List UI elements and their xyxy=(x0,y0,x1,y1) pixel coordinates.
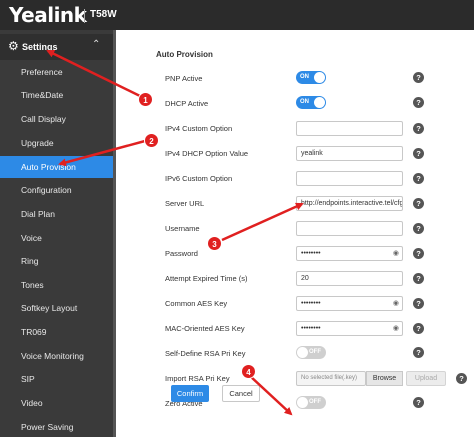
self-define-rsa-label: Self-Define RSA Pri Key xyxy=(165,349,246,358)
sidebar-item-time-date[interactable]: Time&Date xyxy=(0,84,115,106)
sidebar-item-auto-provision[interactable]: Auto Provision xyxy=(0,156,115,178)
sidebar-item-configuration[interactable]: Configuration xyxy=(0,179,115,201)
pnp-active-label: PNP Active xyxy=(165,74,203,83)
username-label: Username xyxy=(165,224,200,233)
callout-2: 2 xyxy=(144,133,159,148)
eye-icon[interactable]: ◉ xyxy=(393,322,399,335)
help-icon[interactable]: ? xyxy=(413,198,424,209)
browse-button[interactable]: Browse xyxy=(366,371,403,386)
help-icon[interactable]: ? xyxy=(413,173,424,184)
dhcp-active-label: DHCP Active xyxy=(165,99,209,108)
callout-4: 4 xyxy=(241,364,256,379)
help-icon[interactable]: ? xyxy=(413,323,424,334)
page-title: Auto Provision xyxy=(156,50,213,59)
toggle-state: ON xyxy=(300,74,309,80)
help-icon[interactable]: ? xyxy=(413,72,424,83)
gear-icon: ⚙ xyxy=(8,39,19,53)
sidebar-item-video[interactable]: Video xyxy=(0,392,115,414)
common-aes-key-label: Common AES Key xyxy=(165,299,228,308)
chevron-up-icon[interactable]: ⌃ xyxy=(92,39,100,50)
ipv4-dhcp-option-value-label: IPv4 DHCP Option Value xyxy=(165,149,249,158)
mac-oriented-aes-key-value: •••••••• xyxy=(301,325,321,332)
toggle-state: ON xyxy=(300,99,309,105)
help-icon[interactable]: ? xyxy=(413,397,424,408)
sidebar-item-tr069[interactable]: TR069 xyxy=(0,321,115,343)
ipv6-custom-option-label: IPv6 Custom Option xyxy=(165,174,233,183)
attempt-expired-time-input[interactable]: 20 xyxy=(296,271,403,286)
eye-icon[interactable]: ◉ xyxy=(393,297,399,310)
sidebar-item-preference[interactable]: Preference xyxy=(0,61,115,83)
ipv4-dhcp-option-value-input[interactable]: yealink xyxy=(296,146,403,161)
help-icon[interactable]: ? xyxy=(413,248,424,259)
mac-oriented-aes-key-input[interactable]: •••••••• ◉ xyxy=(296,321,403,336)
pnp-active-toggle[interactable]: ON xyxy=(296,71,326,84)
settings-section-header[interactable]: ⚙ Settings ⌃ xyxy=(0,34,115,60)
password-value: •••••••• xyxy=(301,250,321,257)
help-icon[interactable]: ? xyxy=(413,123,424,134)
upload-button[interactable]: Upload xyxy=(406,371,446,386)
sidebar-item-voice[interactable]: Voice xyxy=(0,227,115,249)
sidebar: ⚙ Settings ⌃ Preference Time&Date Call D… xyxy=(0,30,115,437)
server-url-input[interactable]: http://endpoints.interactive.tel/cfg xyxy=(296,196,403,211)
settings-label: Settings xyxy=(22,42,58,52)
help-icon[interactable]: ? xyxy=(413,97,424,108)
toggle-knob xyxy=(297,347,308,358)
sidebar-item-upgrade[interactable]: Upgrade xyxy=(0,132,115,154)
import-rsa-label: Import RSA Pri Key xyxy=(165,374,230,383)
file-name-display: No selected file(.key) xyxy=(296,371,366,386)
attempt-expired-time-label: Attempt Expired Time (s) xyxy=(165,274,248,283)
sidebar-item-ring[interactable]: Ring xyxy=(0,250,115,272)
zero-active-toggle[interactable]: OFF xyxy=(296,396,326,409)
help-icon[interactable]: ? xyxy=(413,148,424,159)
dhcp-active-toggle[interactable]: ON xyxy=(296,96,326,109)
self-define-rsa-toggle[interactable]: OFF xyxy=(296,346,326,359)
confirm-button[interactable]: Confirm xyxy=(171,385,209,402)
top-bar: Yealink T58W xyxy=(0,0,474,30)
toggle-state: OFF xyxy=(309,399,321,405)
ipv4-custom-option-input[interactable] xyxy=(296,121,403,136)
sidebar-item-voice-monitoring[interactable]: Voice Monitoring xyxy=(0,345,115,367)
mac-oriented-aes-key-label: MAC-Oriented AES Key xyxy=(165,324,245,333)
common-aes-key-value: •••••••• xyxy=(301,300,321,307)
username-input[interactable] xyxy=(296,221,403,236)
eye-icon[interactable]: ◉ xyxy=(393,247,399,260)
ipv4-custom-option-label: IPv4 Custom Option xyxy=(165,124,233,133)
toggle-knob xyxy=(314,72,325,83)
sidebar-item-dial-plan[interactable]: Dial Plan xyxy=(0,203,115,225)
sidebar-item-tones[interactable]: Tones xyxy=(0,274,115,296)
ipv6-custom-option-input[interactable] xyxy=(296,171,403,186)
sidebar-item-sip[interactable]: SIP xyxy=(0,368,115,390)
brand-logo: Yealink xyxy=(9,3,87,27)
help-icon[interactable]: ? xyxy=(456,373,467,384)
help-icon[interactable]: ? xyxy=(413,273,424,284)
cancel-button[interactable]: Cancel xyxy=(222,385,260,402)
callout-1: 1 xyxy=(138,92,153,107)
logo-divider xyxy=(84,9,85,23)
password-input[interactable]: •••••••• ◉ xyxy=(296,246,403,261)
server-url-label: Server URL xyxy=(165,199,205,208)
common-aes-key-input[interactable]: •••••••• ◉ xyxy=(296,296,403,311)
password-label: Password xyxy=(165,249,198,258)
callout-3: 3 xyxy=(207,236,222,251)
sidebar-item-power-saving[interactable]: Power Saving xyxy=(0,416,115,437)
help-icon[interactable]: ? xyxy=(413,298,424,309)
sidebar-item-call-display[interactable]: Call Display xyxy=(0,108,115,130)
help-icon[interactable]: ? xyxy=(413,347,424,358)
toggle-knob xyxy=(314,97,325,108)
main-content: Auto Provision PNP Active ON ? DHCP Acti… xyxy=(116,30,474,437)
toggle-knob xyxy=(297,397,308,408)
help-icon[interactable]: ? xyxy=(413,223,424,234)
toggle-state: OFF xyxy=(309,349,321,355)
model-name: T58W xyxy=(90,9,117,20)
sidebar-item-softkey-layout[interactable]: Softkey Layout xyxy=(0,297,115,319)
